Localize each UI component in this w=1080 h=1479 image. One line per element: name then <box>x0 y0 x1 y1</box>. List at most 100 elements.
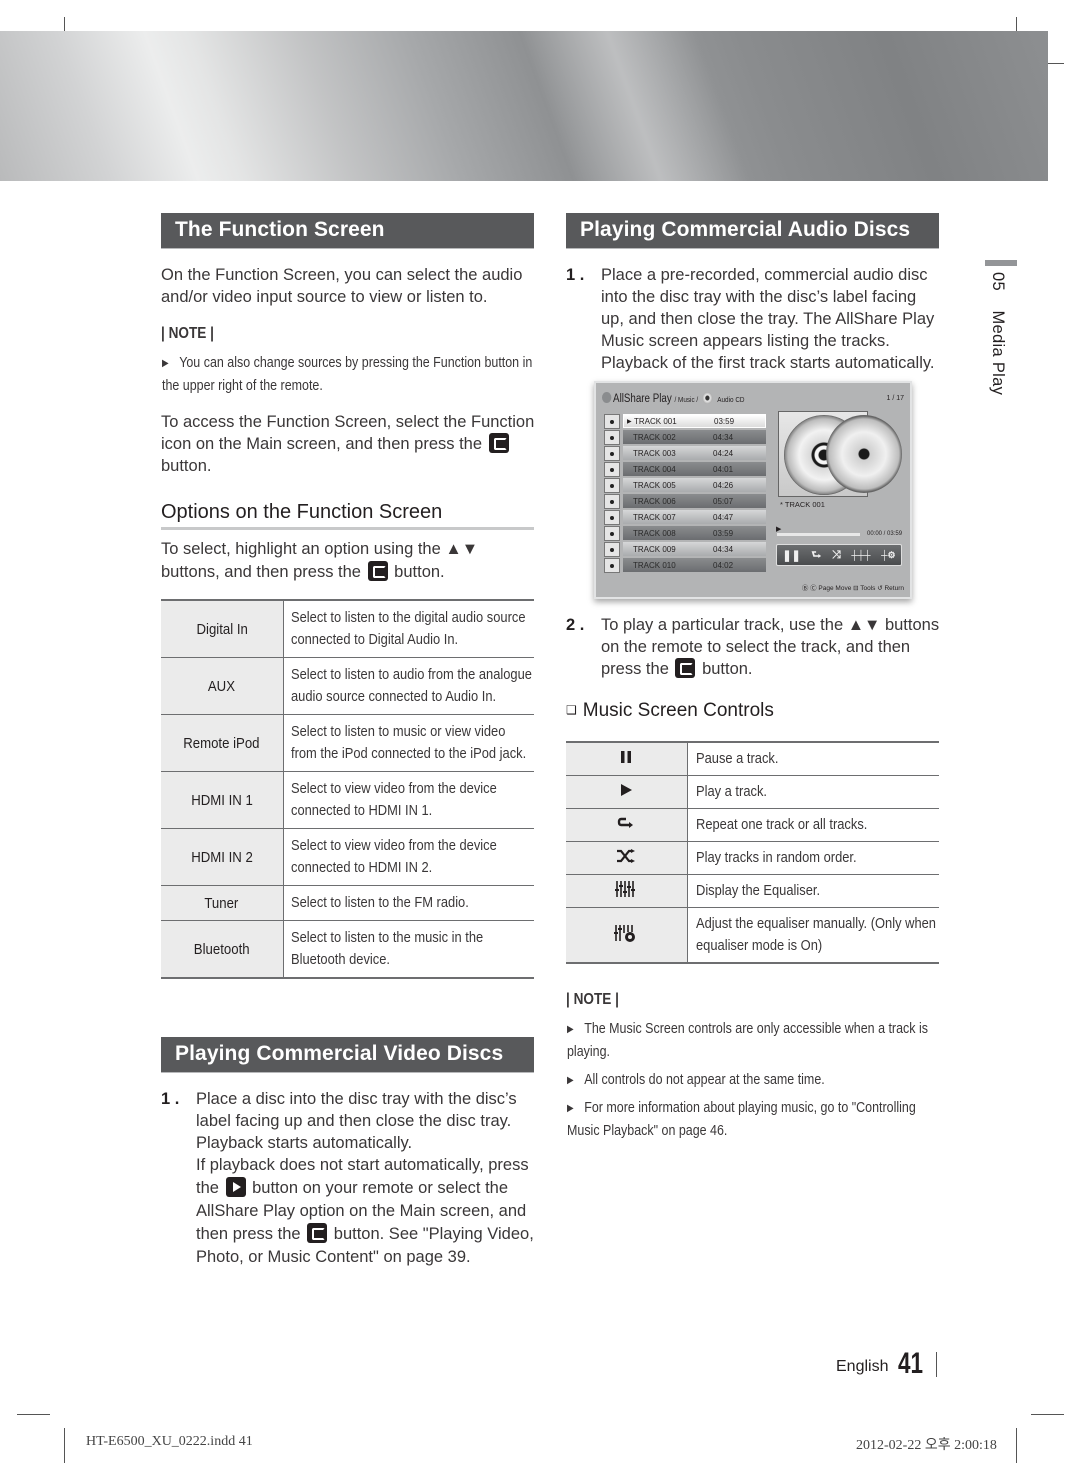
track-name: TRACK 010 <box>633 560 676 570</box>
option-description-text: Select to view video from the device con… <box>290 837 497 876</box>
option-name: HDMI IN 1 <box>161 771 284 829</box>
step-number: 2 . <box>566 616 585 634</box>
enter-button-icon <box>367 561 388 581</box>
track-item[interactable]: TRACK 007 04:47 <box>604 509 766 525</box>
progress-bar[interactable] <box>777 533 860 536</box>
option-description: Select to view video from the device con… <box>283 771 534 829</box>
video-step-1: 1 . Place a disc into the disc tray with… <box>161 1088 539 1269</box>
playing-indicator-icon: ▶ <box>627 418 632 425</box>
track-bar: TRACK 005 04:26 <box>623 478 766 492</box>
enter-button-icon <box>488 433 509 453</box>
track-item[interactable]: TRACK 010 04:02 <box>604 557 766 573</box>
track-item[interactable]: TRACK 005 04:26 <box>604 477 766 493</box>
control-description: Play a track. <box>687 775 939 809</box>
option-name-text: Digital In <box>196 620 248 638</box>
track-list: ▶ TRACK 001 03:59 TRACK 002 04:34 TRACK 003 04… <box>604 413 766 573</box>
note-label: | NOTE | <box>161 325 214 342</box>
control-description-text: Pause a track. <box>695 750 778 767</box>
option-description-text: Select to listen to the FM radio. <box>290 894 469 911</box>
heading-text: Music Screen Controls <box>582 700 774 721</box>
playback-controls: ❚❚ ⮑ ⤨ ┼┼┼ ┼⚙ <box>776 544 902 566</box>
bullet-icon: ▶ <box>162 358 169 369</box>
shuffle-icon[interactable]: ⤨ <box>832 549 841 562</box>
track-bar: ▶ TRACK 001 03:59 <box>623 414 766 428</box>
option-row: AUX Select to listen to audio from the an… <box>161 657 534 715</box>
track-item[interactable]: TRACK 006 05:07 <box>604 493 766 509</box>
chapter-title: Media Play <box>989 310 1007 396</box>
disc-image <box>826 415 902 493</box>
track-duration: 04:24 <box>713 448 734 458</box>
cd-track-icon <box>604 477 620 493</box>
option-name-text: Bluetooth <box>193 940 250 958</box>
option-name-text: AUX <box>208 677 236 695</box>
enter-button-icon <box>307 1223 328 1243</box>
shuffle-icon <box>616 848 636 867</box>
track-bar: TRACK 006 05:07 <box>623 494 766 508</box>
control-icon-cell <box>566 874 688 908</box>
header-banner <box>0 31 1048 181</box>
breadcrumb-source: Audio CD <box>717 395 745 404</box>
section-title-text: The Function Screen <box>175 218 385 241</box>
heading-rule <box>161 527 534 530</box>
option-description: Select to listen to the FM radio. <box>283 885 534 921</box>
track-item[interactable]: TRACK 009 04:34 <box>604 541 766 557</box>
track-bar: TRACK 009 04:34 <box>623 542 766 556</box>
track-item[interactable]: TRACK 004 04:01 <box>604 461 766 477</box>
step-number: 1 . <box>161 1090 180 1108</box>
option-description-text: Select to listen to audio from the analo… <box>290 666 532 705</box>
control-description-text: Display the Equaliser. <box>695 882 820 899</box>
step-text: To play a particular track, use the ▲▼ b… <box>601 614 941 680</box>
control-description-text: Adjust the equaliser manually. (Only whe… <box>695 915 936 954</box>
option-description: Select to listen to music or view video … <box>283 714 534 772</box>
track-bar: TRACK 004 04:01 <box>623 462 766 476</box>
section-title-function-screen: The Function Screen <box>161 213 534 249</box>
option-name: Remote iPod <box>161 714 284 772</box>
track-item[interactable]: TRACK 002 04:34 <box>604 429 766 445</box>
option-description: Select to view video from the device con… <box>283 828 534 886</box>
control-description-text: Play tracks in random order. <box>695 849 857 866</box>
pause-icon[interactable]: ❚❚ <box>782 549 800 562</box>
play-icon <box>619 783 633 801</box>
option-row: HDMI IN 2 Select to view video from the d… <box>161 828 534 886</box>
track-duration: 04:47 <box>713 512 734 522</box>
options-heading: Options on the Function Screen <box>161 501 443 523</box>
options-instruction: To select, highlight an option using the… <box>161 538 481 584</box>
access-text: To access the Function Screen, select th… <box>161 413 535 453</box>
play-state-icon: ▶ <box>776 526 782 533</box>
option-row: Tuner Select to listen to the FM radio. <box>161 885 534 921</box>
step-text-continued: If playback does not start automatically… <box>196 1154 539 1269</box>
option-description-text: Select to listen to music or view video … <box>290 723 526 762</box>
section-title-video-discs: Playing Commercial Video Discs <box>161 1037 534 1073</box>
equaliser-settings-icon[interactable]: ┼⚙ <box>881 550 895 561</box>
control-icon-cell <box>566 741 688 776</box>
breadcrumb-music: / Music / <box>674 395 699 404</box>
track-name: TRACK 004 <box>633 464 676 474</box>
access-text-end: button. <box>161 457 212 475</box>
option-description: Select to listen to audio from the analo… <box>283 657 534 715</box>
track-duration: 03:59 <box>714 416 735 426</box>
equaliser-settings-icon <box>614 924 638 947</box>
note-text: You can also change sources by pressing … <box>162 355 533 394</box>
track-name: TRACK 005 <box>633 480 676 490</box>
option-description-text: Select to view video from the device con… <box>290 780 497 819</box>
print-timestamp: 2012-02-22 오후 2:00:18 <box>856 1438 997 1453</box>
track-bar: TRACK 007 04:47 <box>623 510 766 524</box>
repeat-icon[interactable]: ⮑ <box>811 546 821 565</box>
control-row: Play tracks in random order. <box>566 841 939 875</box>
note-item: ▶ All controls do not appear at the same … <box>567 1069 939 1092</box>
note-label: | NOTE | <box>566 991 619 1008</box>
track-name: TRACK 007 <box>633 512 676 522</box>
track-item[interactable]: ▶ TRACK 001 03:59 <box>604 413 766 429</box>
cd-track-icon <box>604 525 620 541</box>
step-text-part: To play a particular track, use the ▲▼ b… <box>601 616 940 678</box>
note-text: For more information about playing music… <box>567 1100 916 1139</box>
cd-track-icon <box>604 429 620 445</box>
crop-mark <box>1031 1414 1064 1415</box>
track-bar: TRACK 002 04:34 <box>623 430 766 444</box>
print-file-info: HT-E6500_XU_0222.indd 41 <box>86 1434 253 1449</box>
chapter-label: 05 Media Play <box>988 272 1007 395</box>
track-item[interactable]: TRACK 003 04:24 <box>604 445 766 461</box>
elapsed-time: 00:00 / 03:59 <box>867 531 903 537</box>
track-item[interactable]: TRACK 008 03:59 <box>604 525 766 541</box>
equaliser-icon[interactable]: ┼┼┼ <box>851 550 870 560</box>
